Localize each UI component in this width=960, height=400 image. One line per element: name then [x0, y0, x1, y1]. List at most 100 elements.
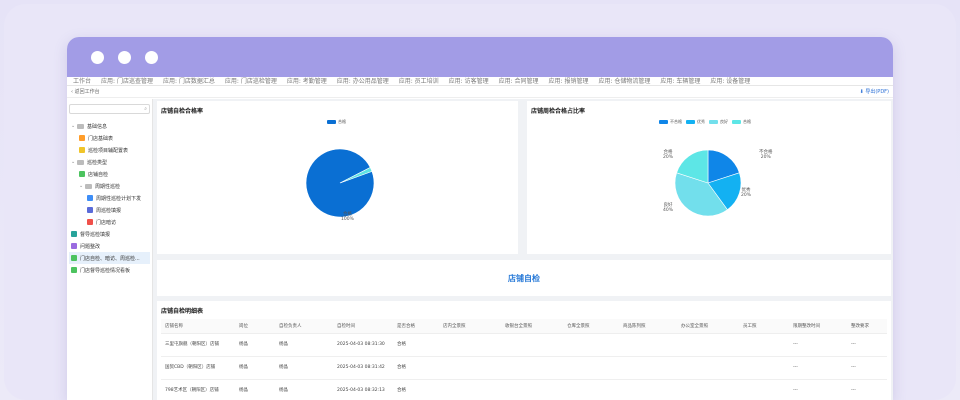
app-icon — [71, 267, 77, 273]
table-cell — [739, 356, 789, 380]
column-header[interactable]: 收银台全景照 — [501, 319, 563, 334]
app-icon — [71, 255, 77, 261]
tab-item[interactable]: 应用: 员工培训 — [399, 78, 439, 85]
table-row[interactable]: 国贸CBD（朝阳区）店铺 杨晶 杨晶 2025-04-03 08:31:42 合格 ---… — [161, 356, 887, 380]
app-icon — [87, 195, 93, 201]
sidebar-item-label: 周期性巡检 — [95, 183, 121, 190]
sidebar-item[interactable]: ⌄ 巡检类型 — [69, 156, 150, 168]
search-icon: ⌕ — [144, 106, 147, 112]
table-cell: 2025-04-03 08:31:42 — [333, 356, 393, 380]
tab-item[interactable]: 应用: 报销管理 — [549, 78, 589, 85]
sidebar-item[interactable]: 周巡检填报 — [69, 204, 150, 216]
tab-item[interactable]: 应用: 仓储物流管理 — [598, 78, 650, 85]
table-cell: 2025-04-03 08:31:30 — [333, 333, 393, 357]
sidebar-item[interactable]: 巡检项目辅配置表 — [69, 144, 150, 156]
slice-label-value: 100% — [341, 217, 354, 222]
sidebar-item[interactable]: 门店督导巡检情况看板 — [69, 264, 150, 276]
sidebar-item[interactable]: 督导巡检填报 — [69, 228, 150, 240]
sidebar: ⌕ ⌄ 基础信息门店基础表巡检项目辅配置表 ⌄ 巡检类型店铺自检 ⌄ 周期性巡检 周期性巡检… — [67, 99, 153, 400]
tab-bar: 工作台 应用: 门店巡查管理 应用: 门店数据汇总 应用: 门店巡检管理 应用: 考勤管… — [67, 77, 893, 86]
sidebar-item-label: 问题整改 — [80, 243, 101, 250]
sidebar-item-label: 督导巡检填报 — [80, 231, 111, 238]
folder-icon — [77, 159, 84, 165]
tab-item[interactable]: 应用: 办公用品管理 — [337, 78, 389, 85]
slice-label: 不合格 20% — [759, 150, 773, 160]
sidebar-item[interactable]: 店铺自检 — [69, 168, 150, 180]
sidebar-item[interactable]: 周期性巡检计划下发 — [69, 192, 150, 204]
table-row[interactable]: 三里屯旗舰（朝阳区）店铺 杨晶 杨晶 2025-04-03 08:31:30 合格 ---… — [161, 333, 887, 357]
table-cell — [677, 356, 739, 380]
detail-table-card: 店铺自检明细表 店铺名称 岗位 自检负责人 自检时间 是否合格 店内全景照 收银台全景照 仓库… — [157, 301, 891, 400]
sidebar-item-label: 门店基础表 — [88, 135, 114, 142]
pie-chart-weekly-ratio — [674, 149, 742, 217]
table-cell — [619, 379, 677, 400]
sidebar-item[interactable]: 门店基础表 — [69, 132, 150, 144]
chart-card-weekly-ratio: 店铺周检合格占比率 不合格 优秀 良好 合格 不合格 20% 优秀 20% 良好 40… — [527, 101, 891, 254]
tab-item[interactable]: 应用: 门店巡查管理 — [101, 78, 153, 85]
sidebar-item-label: 基础信息 — [87, 123, 108, 130]
table-cell: 合格 — [393, 356, 439, 380]
export-button[interactable]: ⬇ 导出(PDF) — [860, 88, 889, 95]
tab-item[interactable]: 应用: 合同管理 — [499, 78, 539, 85]
back-to-workbench-link[interactable]: ‹ 返回工作台 — [71, 88, 100, 95]
sidebar-item[interactable]: 问题整改 — [69, 240, 150, 252]
sidebar-item-label: 周巡检填报 — [96, 207, 122, 214]
slice-label: 合格 20% — [663, 150, 673, 160]
column-header[interactable]: 是否合格 — [393, 319, 439, 334]
table-cell: 798艺术区（朝阳区）店铺 — [161, 379, 235, 400]
table-cell: 杨晶 — [235, 356, 275, 380]
chart-card-pass-rate: 店铺自检合格率 合格 合格 100% — [157, 101, 518, 254]
table-cell: 杨晶 — [275, 379, 333, 400]
column-header[interactable]: 员工照 — [739, 319, 789, 334]
app-icon — [71, 231, 77, 237]
window-dot-maximize[interactable] — [145, 50, 158, 64]
column-header[interactable]: 自检时间 — [333, 319, 393, 334]
table-cell — [501, 333, 563, 357]
tab-item[interactable]: 工作台 — [73, 78, 91, 85]
breadcrumb: ‹ 返回工作台 ⬇ 导出(PDF) — [67, 86, 893, 98]
column-header[interactable]: 岗位 — [235, 319, 275, 334]
sidebar-item[interactable]: ⌄ 基础信息 — [69, 120, 150, 132]
search-input[interactable]: ⌕ — [69, 104, 150, 114]
table-row[interactable]: 798艺术区（朝阳区）店铺 杨晶 杨晶 2025-04-03 08:32:13 合格 --… — [161, 379, 887, 400]
column-header[interactable]: 店内全景照 — [439, 319, 501, 334]
folder-icon — [77, 123, 84, 129]
column-header[interactable]: 限期整改时间 — [789, 319, 847, 334]
tab-item[interactable]: 应用: 考勤管理 — [287, 78, 327, 85]
sidebar-item[interactable]: ⌄ 周期性巡检 — [69, 180, 150, 192]
table-cell — [563, 379, 619, 400]
tab-item[interactable]: 应用: 设备管理 — [710, 78, 750, 85]
table-cell — [563, 356, 619, 380]
app-body: ⌕ ⌄ 基础信息门店基础表巡检项目辅配置表 ⌄ 巡检类型店铺自检 ⌄ 周期性巡检 周期性巡检… — [67, 99, 893, 400]
sidebar-item[interactable]: 门店自检、暗访、周巡检... — [69, 252, 150, 264]
table-cell: 杨晶 — [235, 379, 275, 400]
column-header[interactable]: 办公室全景照 — [677, 319, 739, 334]
app-icon — [87, 219, 93, 225]
table-header-row: 店铺名称 岗位 自检负责人 自检时间 是否合格 店内全景照 收银台全景照 仓库全景照 商品陈列照… — [161, 319, 887, 334]
table-cell — [619, 333, 677, 357]
tab-item[interactable]: 应用: 车辆管理 — [660, 78, 700, 85]
sidebar-item-label: 店铺自检 — [88, 171, 109, 178]
table-cell: --- — [847, 356, 887, 380]
tab-item[interactable]: 应用: 门店巡检管理 — [225, 78, 277, 85]
folder-icon — [85, 183, 92, 189]
app-icon — [87, 207, 93, 213]
app-icon — [79, 147, 85, 153]
slice-label-value: 40% — [663, 208, 674, 213]
window-dot-close[interactable] — [91, 50, 104, 64]
table-cell: 国贸CBD（朝阳区）店铺 — [161, 356, 235, 380]
column-header[interactable]: 店铺名称 — [161, 319, 235, 334]
slice-label: 良好 40% — [663, 203, 673, 213]
sidebar-item-label: 门店暗访 — [96, 219, 117, 226]
column-header[interactable]: 自检负责人 — [275, 319, 333, 334]
table-cell: --- — [789, 333, 847, 357]
app-icon — [79, 135, 85, 141]
window-dot-minimize[interactable] — [118, 50, 131, 64]
sidebar-item[interactable]: 门店暗访 — [69, 216, 150, 228]
tab-item[interactable]: 应用: 访客管理 — [449, 78, 489, 85]
column-header[interactable]: 仓库全景照 — [563, 319, 619, 334]
tab-item[interactable]: 应用: 门店数据汇总 — [163, 78, 215, 85]
table-cell — [439, 356, 501, 380]
column-header[interactable]: 整改要求 — [847, 319, 887, 334]
column-header[interactable]: 商品陈列照 — [619, 319, 677, 334]
